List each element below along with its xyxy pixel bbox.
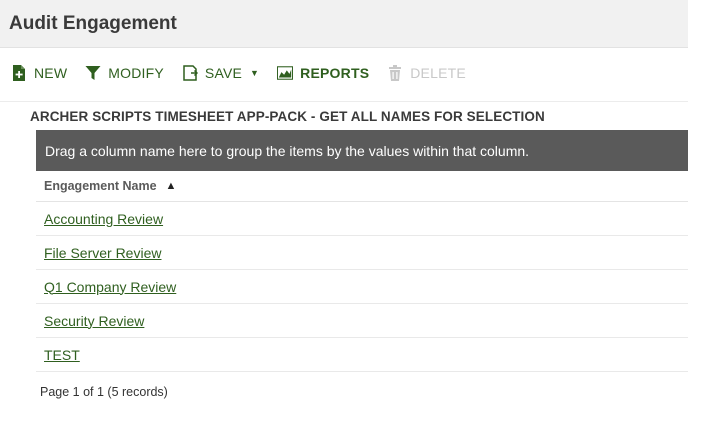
engagement-link[interactable]: Accounting Review: [44, 211, 163, 227]
save-icon: [182, 65, 198, 81]
title-bar: Audit Engagement: [0, 0, 688, 48]
reports-button[interactable]: REPORTS: [277, 65, 369, 81]
delete-button-label: DELETE: [410, 65, 466, 81]
divider: [0, 101, 688, 102]
group-by-panel[interactable]: Drag a column name here to group the ite…: [36, 130, 688, 171]
engagement-link[interactable]: TEST: [44, 347, 80, 363]
save-button-label: SAVE: [204, 65, 243, 81]
trash-icon: [387, 65, 403, 81]
chevron-down-icon[interactable]: ▼: [250, 68, 259, 78]
engagement-link[interactable]: Security Review: [44, 313, 144, 329]
delete-button[interactable]: DELETE: [387, 65, 466, 81]
modify-button-label: MODIFY: [108, 65, 164, 81]
engagement-link[interactable]: File Server Review: [44, 245, 161, 261]
section-title: ARCHER SCRIPTS TIMESHEET APP-PACK - GET …: [30, 108, 545, 124]
table-row: Q1 Company Review: [36, 270, 688, 304]
table-row: Security Review: [36, 304, 688, 338]
page-title: Audit Engagement: [9, 12, 177, 34]
new-button-label: NEW: [34, 65, 68, 81]
filter-icon: [85, 65, 101, 81]
new-button[interactable]: NEW: [11, 65, 67, 81]
engagement-link[interactable]: Q1 Company Review: [44, 279, 176, 295]
toolbar: NEW MODIFY SAVE ▼ REPORTS DELETE: [0, 58, 688, 88]
table-row: Accounting Review: [36, 202, 688, 236]
column-header-engagement-name[interactable]: Engagement Name ▲: [36, 171, 688, 202]
table-row: TEST: [36, 338, 688, 372]
pager-summary: Page 1 of 1 (5 records): [40, 385, 168, 399]
data-grid: Engagement Name ▲ Accounting Review File…: [36, 171, 688, 412]
reports-button-label: REPORTS: [300, 65, 370, 81]
new-document-icon: [11, 65, 27, 81]
chart-icon: [277, 65, 294, 81]
sort-ascending-icon: ▲: [165, 180, 177, 192]
column-header-label: Engagement Name: [44, 179, 157, 193]
modify-button[interactable]: MODIFY: [85, 65, 164, 81]
table-row: File Server Review: [36, 236, 688, 270]
save-button[interactable]: SAVE ▼: [182, 65, 259, 81]
